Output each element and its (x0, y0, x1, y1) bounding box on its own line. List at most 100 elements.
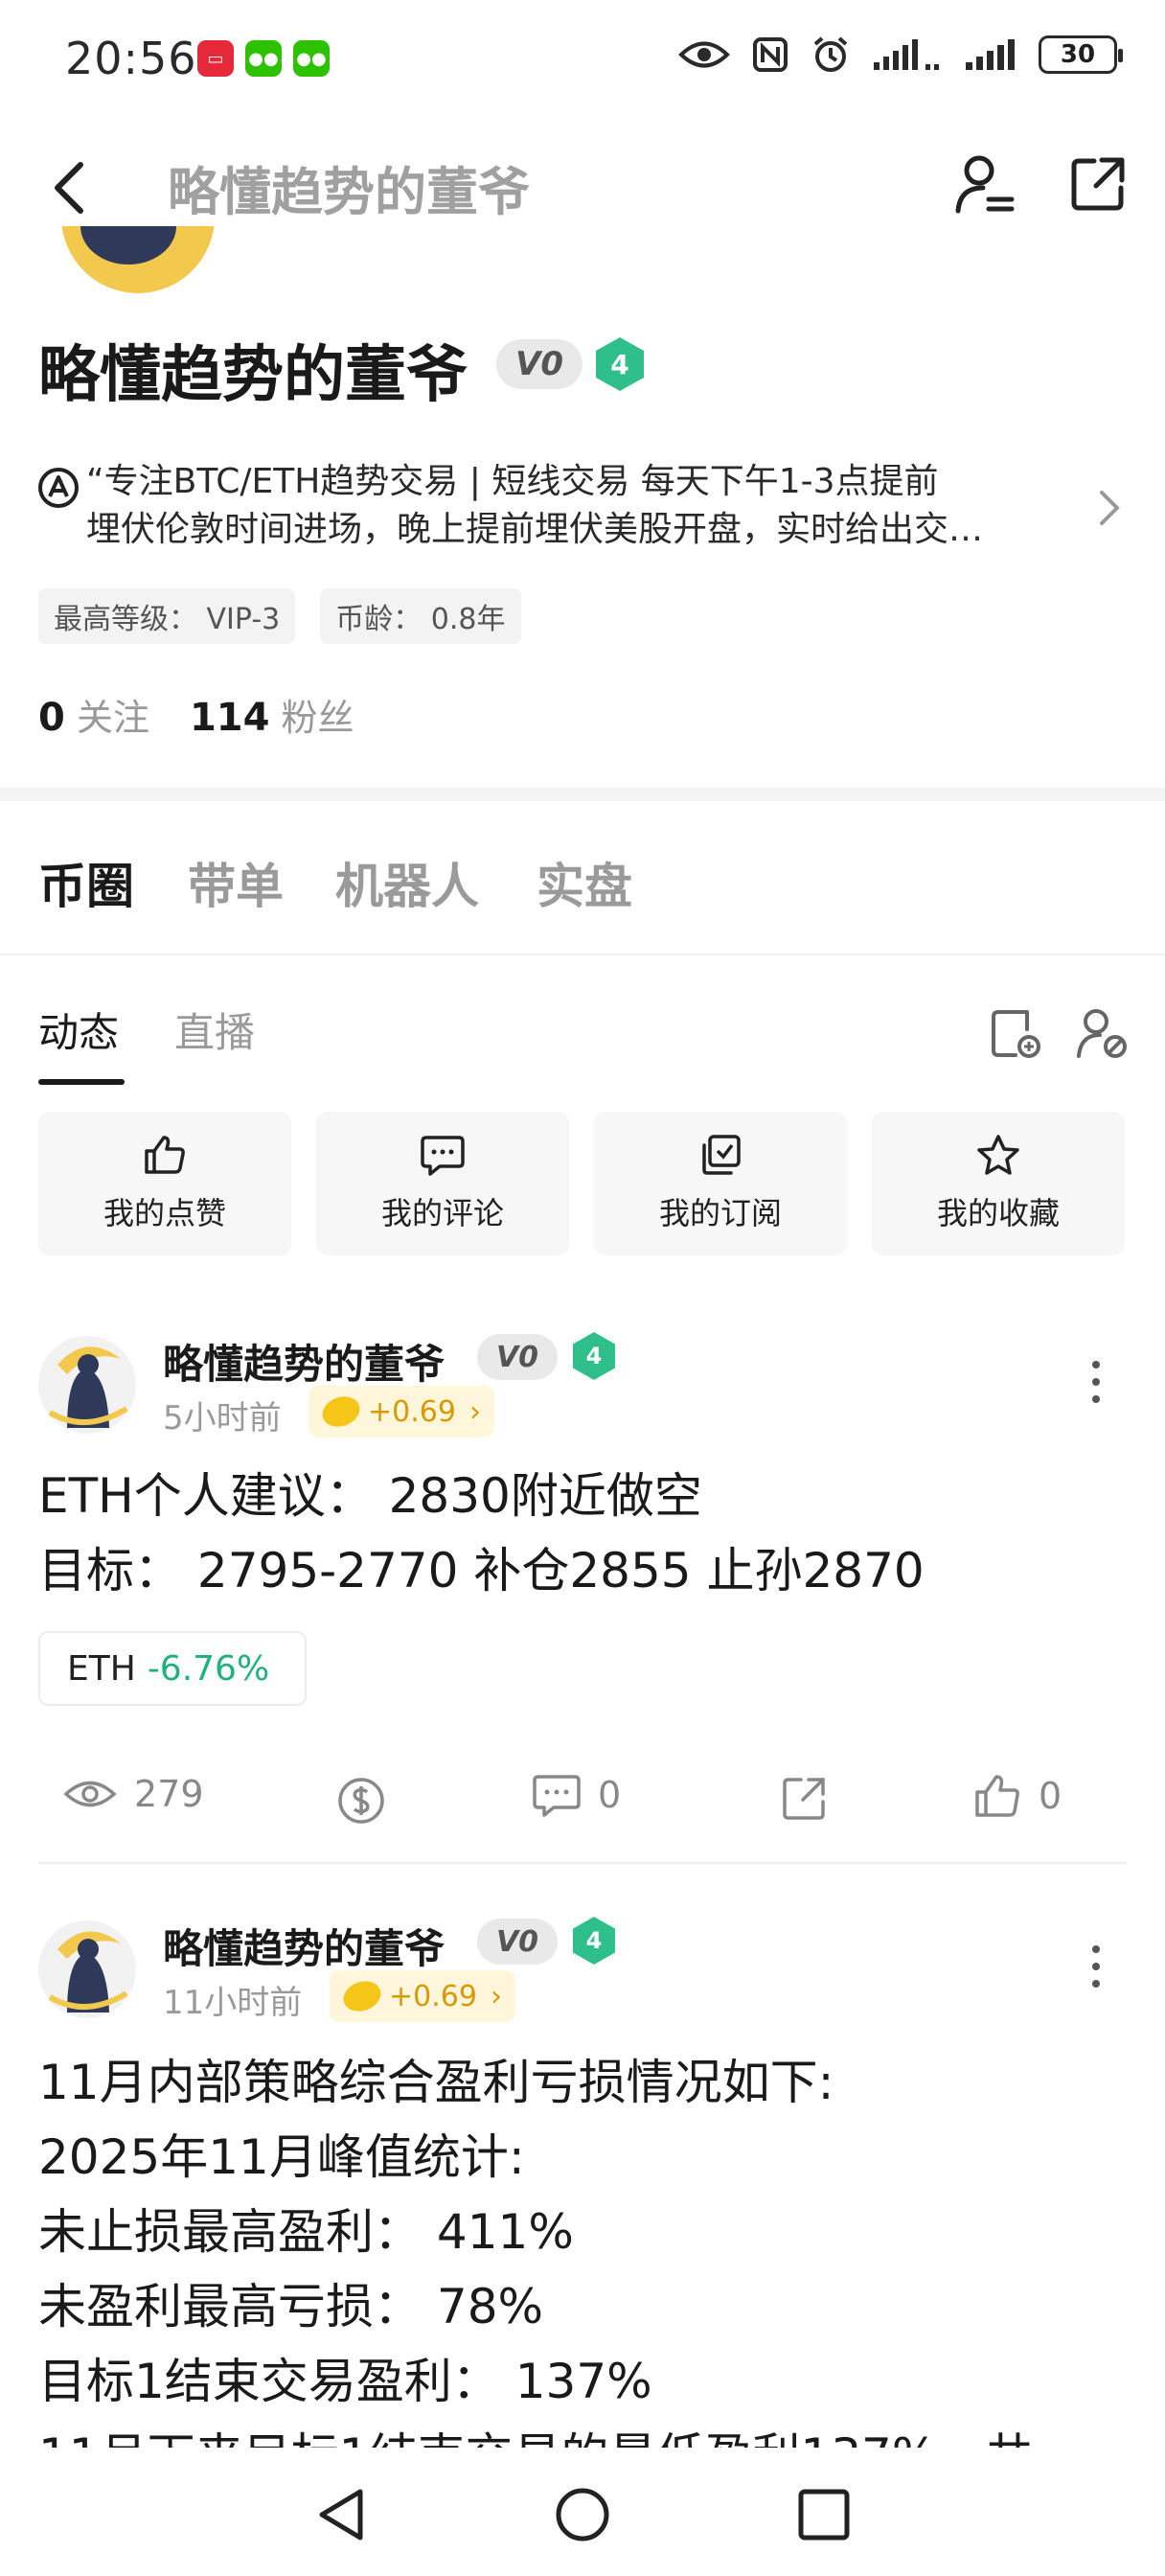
tip-coin-icon[interactable] (335, 1775, 387, 1827)
tab-coin-circle[interactable]: 币圈 (38, 848, 134, 917)
subtab-activity[interactable]: 动态 (38, 1000, 119, 1059)
thumbs-up-icon (145, 1136, 185, 1174)
my-comments-button[interactable]: 我的评论 (316, 1112, 569, 1255)
new-post-icon[interactable] (989, 1006, 1042, 1060)
views-count: 279 (134, 1773, 204, 1815)
chevron-right-icon: › (490, 1979, 502, 2013)
comment-icon (421, 1136, 465, 1176)
recents-square-icon[interactable] (797, 2488, 851, 2542)
post-content: ETH个人建议： 2830附近做空 目标： 2795-2770 补仓2855 止… (38, 1459, 925, 1608)
coin-icon (318, 1392, 364, 1432)
signal-icon (874, 39, 939, 70)
share-icon[interactable] (1069, 155, 1127, 213)
ticker-change: -6.76% (147, 1648, 270, 1689)
huawei-app-icon: ▭ (197, 40, 234, 77)
comments-stat[interactable]: 0 (533, 1773, 621, 1817)
vip-badge: V0 (477, 1334, 558, 1380)
eye-icon (63, 1781, 117, 1807)
more-options-icon[interactable] (1092, 1945, 1100, 1988)
profile-name: 略懂趋势的董爷 (38, 340, 468, 411)
coin-reward-pill[interactable]: +0.69 › (330, 1970, 515, 2022)
ticker-symbol: ETH (67, 1648, 136, 1689)
coin-amount: +0.69 (389, 1979, 477, 2013)
likes-count: 0 (1039, 1775, 1062, 1817)
status-right: 30 (678, 34, 1123, 75)
my-favorites-button[interactable]: 我的收藏 (872, 1112, 1125, 1255)
share-icon[interactable] (780, 1775, 828, 1823)
subtab-live[interactable]: 直播 (174, 1000, 255, 1059)
post-time: 11小时前 (163, 1984, 303, 2022)
views-stat: 279 (63, 1773, 204, 1815)
more-options-icon[interactable] (1092, 1361, 1100, 1403)
coin-amount: +0.69 (368, 1394, 456, 1429)
post-content: 11月内部策略综合盈利亏损情况如下: 2025年11月峰值统计: 未止损最高盈利… (38, 2045, 1033, 2448)
coin-reward-pill[interactable]: +0.69 › (308, 1386, 494, 1438)
post-divider (38, 1862, 1127, 1864)
back-triangle-icon[interactable] (314, 2486, 368, 2543)
profile-bio[interactable]: “专注BTC/ETH趋势交易 | 短线交易 每天下午1-3点提前 埋伏伦敦时间进… (86, 458, 1044, 554)
post-line: 11月下来目标1结束交易的最低盈利137%，共 (38, 2419, 1033, 2448)
avatar[interactable] (38, 1920, 136, 2018)
post-line: 未盈利最高亏损： 78% (38, 2279, 544, 2334)
avatar[interactable] (38, 1336, 136, 1434)
vip-badge: V0 (477, 1919, 558, 1965)
bio-line: “专注BTC/ETH趋势交易 | 短线交易 每天下午1-3点提前 (86, 462, 939, 501)
section-divider (0, 788, 1165, 801)
chevron-right-icon[interactable] (1098, 489, 1121, 527)
chevron-right-icon: › (468, 1394, 481, 1429)
my-subscriptions-button[interactable]: 我的订阅 (594, 1112, 847, 1255)
eye-icon (678, 41, 730, 68)
vip-badge: V0 (496, 339, 582, 389)
post-line: ETH个人建议： 2830附近做空 (38, 1468, 702, 1524)
tab-bots[interactable]: 机器人 (335, 848, 479, 917)
wechat-icon: ●● (245, 40, 282, 77)
post-line: 未止损最高盈利： 411% (38, 2204, 574, 2260)
subscribe-icon (702, 1135, 741, 1175)
star-icon (977, 1135, 1019, 1175)
tab-copy-trading[interactable]: 带单 (188, 848, 284, 917)
likes-stat[interactable]: 0 (973, 1773, 1062, 1819)
avatar-illustration (48, 1346, 128, 1428)
bio-line: 埋伏伦敦时间进场，晚上提前埋伏美股开盘，实时给出交… (86, 510, 984, 549)
quick-action-label: 我的订阅 (658, 1195, 782, 1231)
battery-indicator: 30 (1039, 35, 1123, 74)
tab-real-account[interactable]: 实盘 (537, 848, 632, 917)
ticker-chip[interactable]: ETH -6.76% (38, 1631, 307, 1706)
post-author[interactable]: 略懂趋势的董爷 (163, 1332, 445, 1391)
followers-stat[interactable]: 114 粉丝 (190, 688, 354, 741)
comment-icon (533, 1775, 581, 1817)
nav-title: 略懂趋势的董爷 (168, 162, 530, 222)
user-block-icon[interactable] (1075, 1006, 1129, 1060)
back-arrow-icon[interactable] (50, 161, 88, 215)
my-likes-button[interactable]: 我的点赞 (38, 1112, 291, 1255)
level-badge: 4 (573, 1917, 615, 1965)
post-author[interactable]: 略懂趋势的董爷 (163, 1917, 445, 1975)
post-line: 2025年11月峰值统计: (38, 2129, 525, 2185)
coin-icon (339, 1976, 385, 2016)
follow-row: 0 关注 114 粉丝 (38, 688, 354, 741)
signal-icon (966, 39, 1015, 70)
alarm-icon (813, 36, 848, 72)
level-badge: 4 (596, 337, 644, 391)
following-stat[interactable]: 0 关注 (38, 688, 149, 741)
level-badge: 4 (573, 1332, 615, 1380)
system-nav-bar (0, 2453, 1165, 2576)
followers-label: 粉丝 (281, 697, 354, 739)
quick-action-label: 我的评论 (380, 1195, 504, 1231)
profile-avatar[interactable] (61, 226, 215, 297)
post-line: 目标1结束交易盈利： 137% (38, 2354, 652, 2409)
home-circle-icon[interactable] (554, 2486, 611, 2543)
thumbs-up-icon (975, 1775, 1019, 1817)
following-label: 关注 (76, 697, 149, 739)
avatar-illustration (48, 1931, 128, 2012)
quick-action-label: 我的收藏 (936, 1195, 1060, 1231)
notification-icons: ▭ ●● ●● (197, 40, 330, 77)
divider (0, 954, 1165, 955)
user-settings-icon[interactable] (954, 153, 1016, 217)
followers-count: 114 (189, 696, 270, 740)
max-level-tag: 最高等级： VIP-3 (38, 588, 296, 644)
following-count: 0 (38, 696, 65, 740)
post-line: 11月内部策略综合盈利亏损情况如下: (38, 2055, 834, 2110)
post-line: 目标： 2795-2770 补仓2855 止孙2870 (38, 1543, 925, 1598)
quick-action-label: 我的点赞 (103, 1195, 226, 1231)
